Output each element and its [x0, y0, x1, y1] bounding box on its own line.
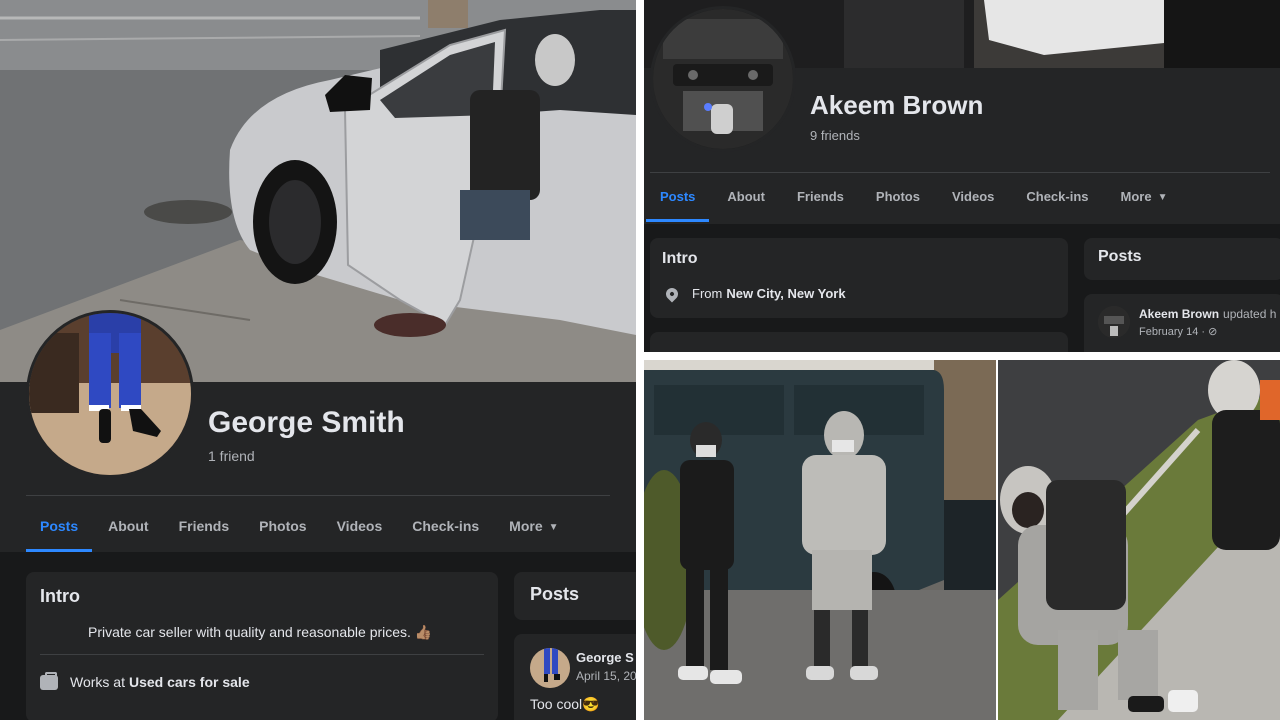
intro-card: Intro From New City, New York: [650, 238, 1068, 318]
intro-divider: [40, 654, 484, 655]
bio-text: Private car seller with quality and reas…: [88, 624, 433, 640]
tab-videos[interactable]: Videos: [952, 189, 994, 204]
posts-header-card: Posts: [1084, 238, 1280, 280]
surveillance-photo-sidewalk: [998, 360, 1280, 720]
work-row: Works at Used cars for sale: [40, 671, 250, 690]
tab-photos[interactable]: Photos: [876, 189, 920, 204]
briefcase-icon: [40, 671, 58, 690]
posts-header-card: Posts: [514, 572, 636, 620]
secondary-card: [650, 332, 1068, 352]
posts-title: Posts: [530, 584, 580, 604]
tab-check-ins[interactable]: Check-ins: [412, 518, 479, 534]
header-divider: [26, 495, 610, 496]
friend-count[interactable]: 9 friends: [810, 128, 860, 143]
intro-title: Intro: [662, 250, 698, 267]
post-date[interactable]: February 14 · ⊘: [1139, 325, 1217, 338]
header-divider: [650, 172, 1270, 173]
hometown-link[interactable]: New City, New York: [726, 286, 845, 301]
profile-name: George Smith: [208, 406, 405, 439]
tab-friends[interactable]: Friends: [179, 518, 230, 534]
tab-more-label: More: [1120, 189, 1152, 204]
work-prefix: Works at: [70, 674, 125, 690]
tab-posts[interactable]: Posts: [25, 518, 93, 552]
tab-videos[interactable]: Videos: [337, 518, 383, 534]
surveillance-photo-van: [644, 360, 996, 720]
post-text: Too cool😎: [530, 696, 600, 712]
post-author-name[interactable]: George S: [576, 650, 634, 665]
tab-posts[interactable]: Posts: [645, 189, 710, 222]
profile-tabs: Posts About Friends Photos Videos Check-…: [25, 518, 589, 552]
post-author-line: Akeem Brown updated h: [1139, 307, 1276, 321]
george-smith-profile-screenshot: George Smith 1 friend Posts About Friend…: [0, 0, 636, 720]
profile-picture[interactable]: [650, 6, 796, 152]
tab-friends[interactable]: Friends: [797, 189, 844, 204]
post-card: George S April 15, 20 Too cool😎: [514, 634, 636, 720]
post-card: Akeem Brown updated h February 14 · ⊘: [1084, 294, 1280, 352]
intro-title: Intro: [40, 586, 80, 606]
location-pin-icon: [663, 285, 681, 302]
tab-check-ins[interactable]: Check-ins: [1026, 189, 1088, 204]
caret-down-icon: ▼: [1157, 192, 1168, 203]
profile-tabs: Posts About Friends Photos Videos Check-…: [645, 189, 1199, 222]
tab-photos[interactable]: Photos: [259, 518, 306, 534]
tab-more-label: More: [509, 518, 543, 534]
intro-card: Intro Private car seller with quality an…: [26, 572, 498, 720]
from-prefix: From: [692, 286, 723, 301]
tab-more[interactable]: More ▼: [1121, 189, 1168, 204]
profile-picture[interactable]: [26, 310, 194, 478]
akeem-brown-profile-screenshot: Akeem Brown 9 friends Posts About Friend…: [644, 0, 1280, 352]
post-author-avatar[interactable]: [530, 648, 570, 688]
tab-more[interactable]: More ▼: [509, 518, 558, 534]
tab-about[interactable]: About: [727, 189, 765, 204]
work-place-link[interactable]: Used cars for sale: [129, 674, 250, 690]
post-date[interactable]: April 15, 20: [576, 669, 636, 683]
profile-name: Akeem Brown: [810, 90, 984, 120]
hometown-row: From New City, New York: [663, 285, 846, 302]
post-author-avatar[interactable]: [1098, 306, 1130, 338]
caret-down-icon: ▼: [548, 522, 559, 533]
post-author-name[interactable]: Akeem Brown: [1139, 307, 1219, 321]
post-action: updated h: [1223, 307, 1277, 321]
posts-title: Posts: [1098, 248, 1142, 265]
tab-about[interactable]: About: [108, 518, 148, 534]
friend-count[interactable]: 1 friend: [208, 448, 255, 464]
